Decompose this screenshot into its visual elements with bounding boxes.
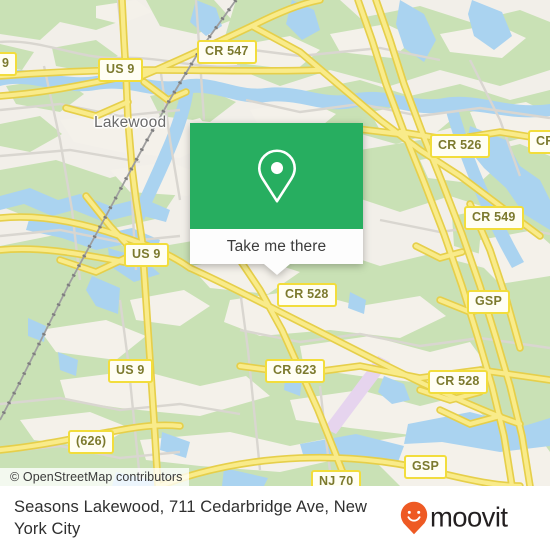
shield-gsp-south: GSP <box>404 455 447 479</box>
map-pin-icon <box>257 149 296 203</box>
shield-gsp-north: GSP <box>467 290 510 314</box>
popup-pointer-tail <box>263 264 290 275</box>
shield-cr-547: CR 547 <box>197 40 257 64</box>
shield-cr-528-south: CR 528 <box>428 370 488 394</box>
shield-nj-70: NJ 70 <box>311 470 362 486</box>
shield-us-9-north: US 9 <box>98 58 143 82</box>
place-label-lakewood: Lakewood <box>94 114 167 131</box>
moovit-wordmark: moovit <box>430 503 509 533</box>
popup-pin-area <box>190 123 363 229</box>
footer-bar: Seasons Lakewood, 711 Cedarbridge Ave, N… <box>0 486 550 550</box>
shield-cr-526: CR 526 <box>430 134 490 158</box>
shield-cr-528-north: CR 528 <box>277 283 337 307</box>
shield-us-9-south: US 9 <box>108 359 153 383</box>
shield-us-9-edge: 9 <box>0 52 18 76</box>
moovit-pin-smiley-icon <box>400 501 428 535</box>
map-attribution[interactable]: © OpenStreetMap contributors <box>0 468 189 486</box>
location-popup-card[interactable]: Take me there <box>190 123 363 275</box>
map-screenshot: Lakewood 9 US 9 CR 547 CR 526 CR CR 549 … <box>0 0 550 550</box>
take-me-there-button[interactable]: Take me there <box>227 238 327 256</box>
shield-626: (626) <box>68 430 115 454</box>
shield-cr-549: CR 549 <box>464 206 524 230</box>
location-title: Seasons Lakewood, 711 Cedarbridge Ave, N… <box>14 497 368 538</box>
moovit-logo[interactable]: moovit <box>400 501 536 535</box>
shield-cr-edge: CR <box>528 130 550 154</box>
attribution-text: © OpenStreetMap contributors <box>10 470 183 484</box>
shield-cr-623: CR 623 <box>265 359 325 383</box>
shield-us-9-mid: US 9 <box>124 243 169 267</box>
moovit-wordmark-text: moovit <box>430 503 508 533</box>
map-canvas[interactable]: Lakewood 9 US 9 CR 547 CR 526 CR CR 549 … <box>0 0 550 486</box>
popup-action-bar[interactable]: Take me there <box>190 229 363 275</box>
